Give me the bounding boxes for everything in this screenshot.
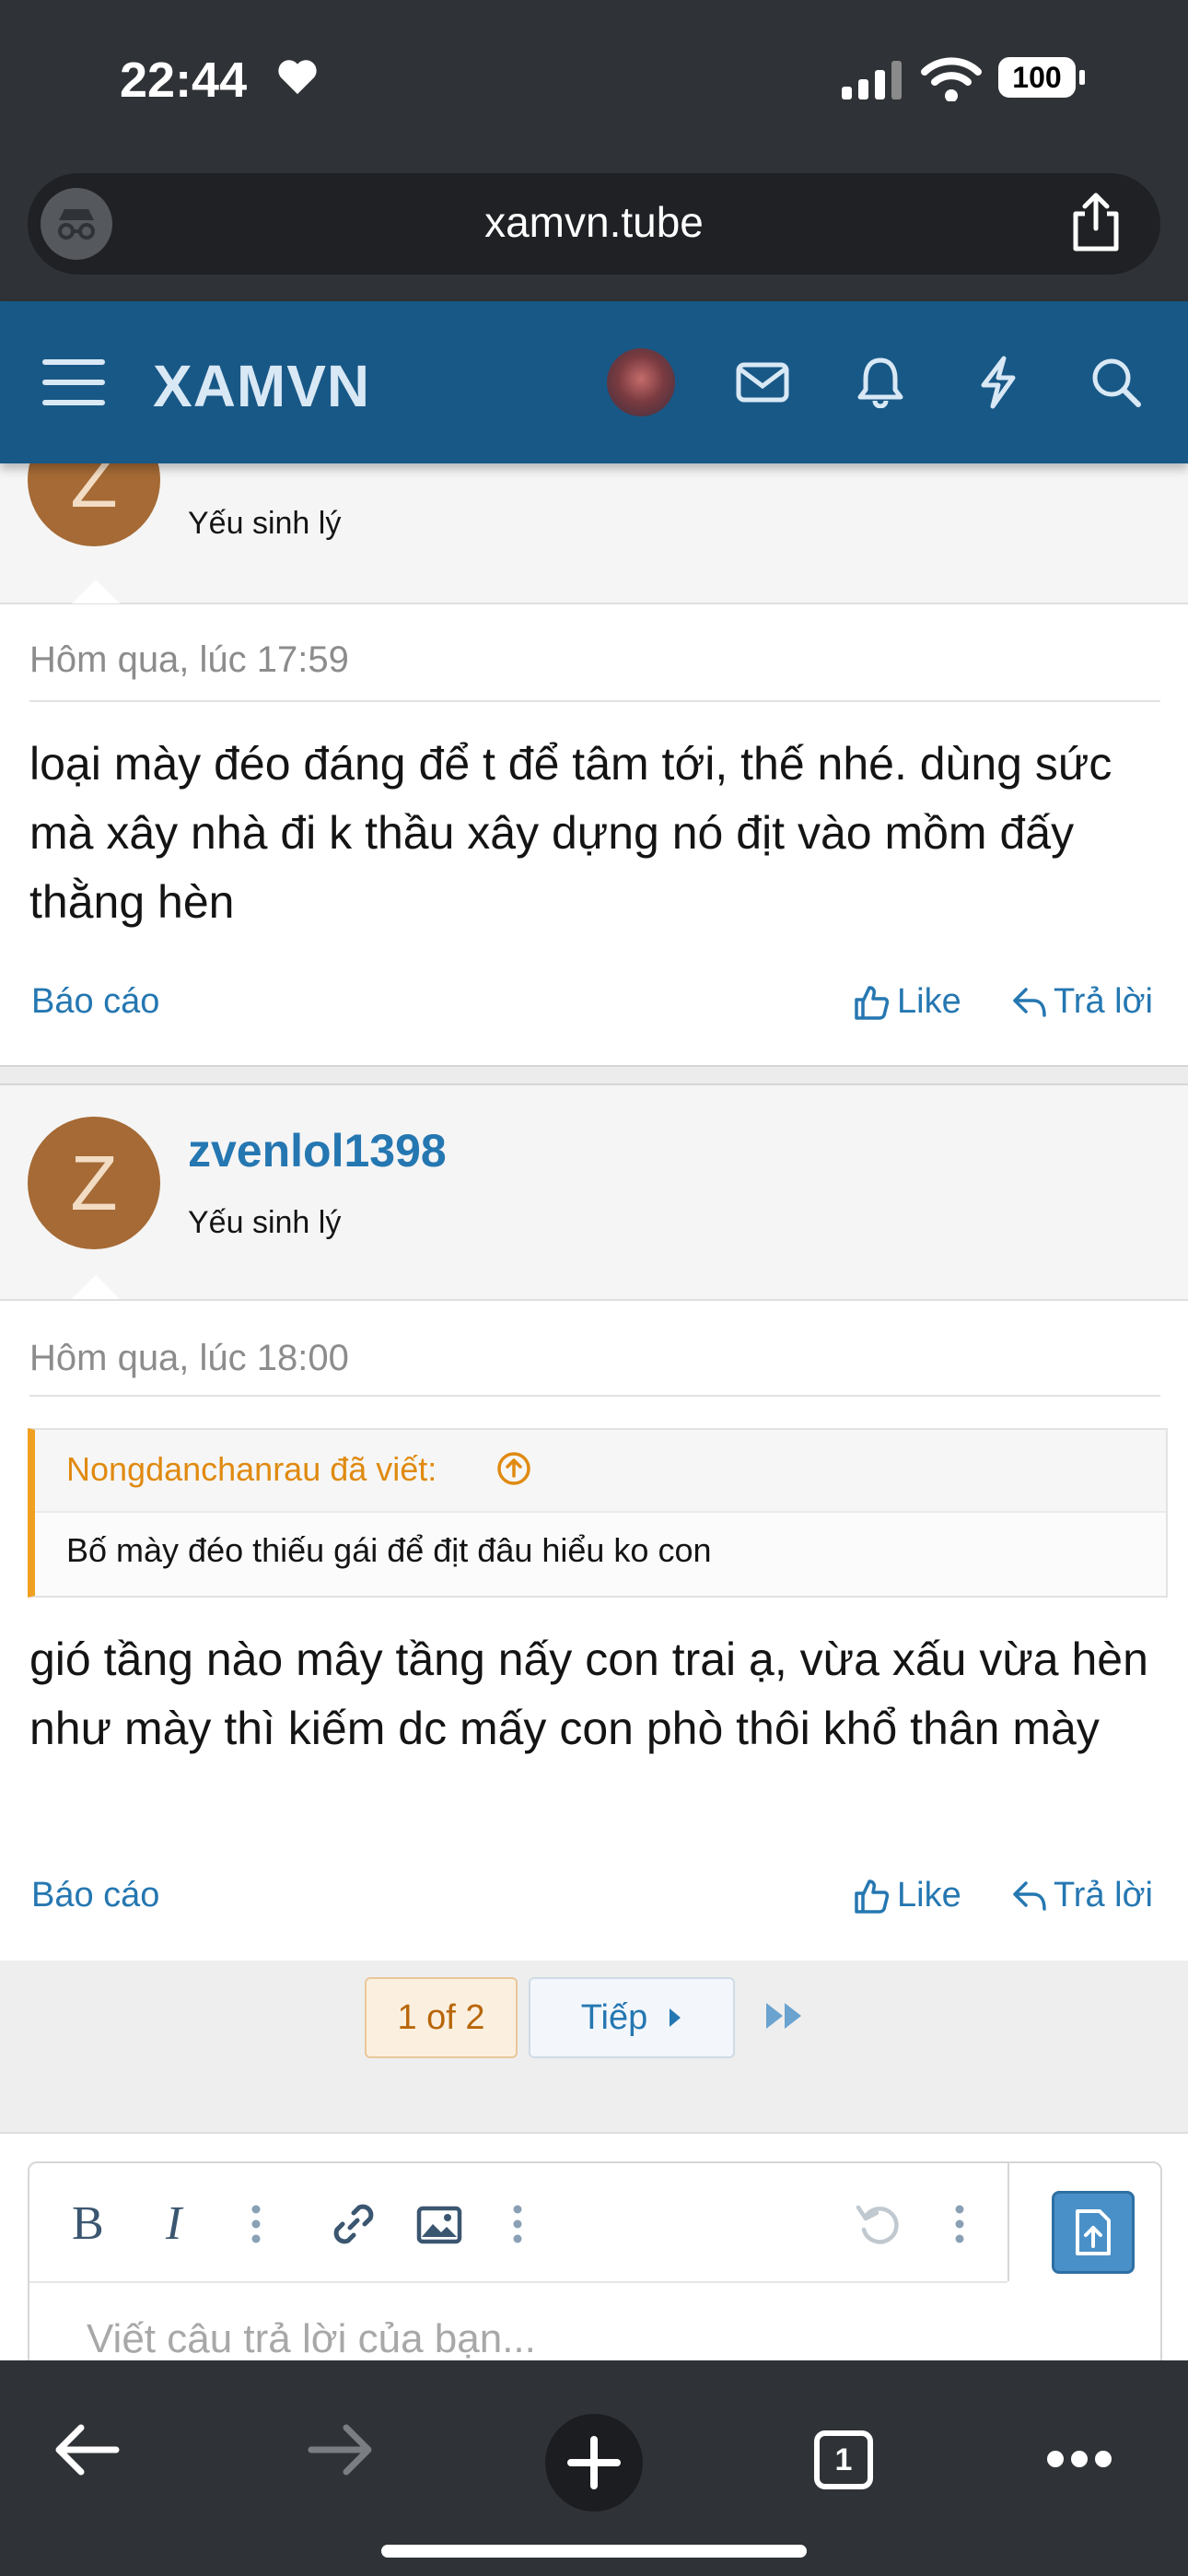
tabs-button[interactable]: 1 (814, 2430, 873, 2489)
upload-button[interactable] (1052, 2191, 1135, 2274)
user-avatar[interactable] (606, 347, 676, 417)
quote-author[interactable]: Nongdanchanrau đã viết: (66, 1450, 437, 1489)
quote-text: Bố mày đéo thiếu gái để địt đâu hiểu ko … (66, 1531, 712, 1569)
like-label: Like (897, 982, 961, 1021)
last-page-icon[interactable] (764, 2001, 805, 2031)
post-separator (0, 1065, 1188, 1085)
signal-icon (840, 61, 904, 104)
thumbs-up-icon (855, 1879, 890, 1914)
reply-label: Trả lời (1054, 1876, 1153, 1914)
home-indicator (381, 2545, 807, 2558)
battery-level: 100 (1012, 60, 1062, 94)
next-page-button[interactable]: Tiếp (529, 1977, 735, 2058)
menu-icon[interactable] (39, 347, 109, 417)
pagination: 1 of 2 Tiếp (0, 1961, 1188, 2134)
post-date[interactable]: Hôm qua, lúc 17:59 (29, 639, 349, 681)
more-icon[interactable] (1046, 2449, 1112, 2469)
divider (29, 1395, 1160, 1397)
report-link[interactable]: Báo cáo (31, 1876, 159, 1915)
divider (29, 700, 1160, 702)
user-title: Yếu sinh lý (188, 1205, 342, 1240)
site-header: XAMVN (0, 301, 1188, 463)
reply-icon (1013, 987, 1046, 1017)
site-logo[interactable]: XAMVN (153, 352, 370, 420)
reply-button[interactable]: Trả lời (1011, 982, 1153, 1022)
battery-icon: 100 (998, 57, 1076, 98)
more-tools-icon[interactable] (954, 2204, 965, 2244)
post-user-bar: Z zvenlol1398 Yếu sinh lý (0, 1085, 1188, 1301)
browser-toolbar: 1 (0, 2360, 1188, 2576)
bolt-icon[interactable] (963, 347, 1033, 417)
next-label: Tiếp (580, 1997, 648, 2037)
reply-label: Trả lời (1054, 982, 1153, 1021)
post-body: loại mày đéo đáng để t để tâm tới, thế n… (29, 738, 1112, 928)
caret-right-icon (670, 2008, 681, 2027)
bell-icon[interactable] (845, 347, 915, 417)
image-icon[interactable] (416, 2206, 462, 2244)
username-link[interactable]: zvenlol1398 (188, 1124, 447, 1177)
arrow-pointer (72, 580, 120, 603)
tab-count: 1 (834, 2441, 853, 2477)
plus-icon (567, 2436, 621, 2489)
avatar[interactable]: Z (28, 1117, 160, 1249)
reply-input[interactable]: Viết câu trả lời của bạn... (87, 2316, 536, 2362)
like-label: Like (897, 1876, 961, 1914)
toolbar-divider (1007, 2163, 1009, 2281)
status-time: 22:44 (120, 53, 248, 108)
new-tab-button[interactable] (545, 2414, 643, 2512)
share-icon[interactable] (1068, 192, 1124, 257)
more-options-icon[interactable] (250, 2204, 262, 2244)
toolbar-bottom-border (29, 2281, 1007, 2283)
battery-tip (1079, 70, 1085, 85)
reply-icon (1013, 1880, 1046, 1911)
post-body: gió tầng nào mây tầng nấy con trai ạ, vừ… (29, 1633, 1148, 1754)
mail-icon[interactable] (728, 347, 798, 417)
reply-button[interactable]: Trả lời (1011, 1876, 1153, 1915)
upload-file-icon (1076, 2209, 1111, 2255)
arrow-up-circle-icon[interactable] (495, 1450, 532, 1487)
undo-icon[interactable] (855, 2200, 903, 2248)
page-indicator[interactable]: 1 of 2 (365, 1977, 518, 2058)
report-link[interactable]: Báo cáo (31, 982, 159, 1022)
bold-icon[interactable]: B (72, 2196, 104, 2251)
post-date[interactable]: Hôm qua, lúc 18:00 (29, 1338, 349, 1379)
quote-header[interactable]: Nongdanchanrau đã viết: (35, 1430, 1166, 1513)
thumbs-up-icon (855, 985, 890, 1020)
quote-block: Nongdanchanrau đã viết: Bố mày đéo thiếu… (28, 1428, 1168, 1598)
user-title: Yếu sinh lý (188, 506, 342, 541)
more-insert-icon[interactable] (512, 2204, 523, 2244)
url-text[interactable]: xamvn.tube (0, 197, 1188, 247)
like-button[interactable]: Like (853, 982, 961, 1022)
wifi-icon (921, 57, 982, 106)
link-icon[interactable] (330, 2200, 378, 2248)
search-icon[interactable] (1081, 347, 1151, 417)
arrow-pointer (72, 1275, 120, 1299)
back-icon[interactable] (53, 2423, 120, 2476)
forward-icon[interactable] (308, 2423, 374, 2476)
heart-icon (276, 57, 319, 100)
italic-icon[interactable]: I (166, 2196, 181, 2251)
like-button[interactable]: Like (853, 1876, 961, 1915)
